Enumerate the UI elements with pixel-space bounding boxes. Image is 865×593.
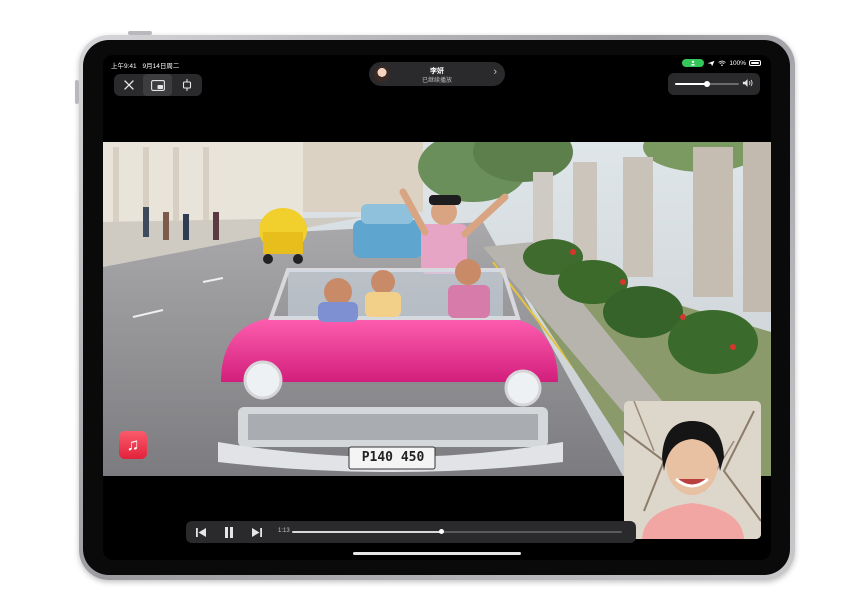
picture-in-picture-icon — [150, 79, 165, 91]
picture-in-picture-button[interactable] — [143, 74, 172, 96]
playback-scrubber[interactable] — [292, 529, 622, 534]
shareplay-banner[interactable]: 李妍 已继续播放 › — [369, 62, 505, 86]
license-plate-text: P140 450 — [361, 450, 425, 465]
skip-back-icon — [196, 527, 206, 537]
volume-control — [668, 73, 760, 95]
status-indicators: 100% — [682, 59, 761, 67]
facetime-video-tile[interactable] — [624, 401, 761, 539]
battery-percent: 100% — [729, 59, 746, 67]
home-indicator[interactable] — [353, 552, 521, 555]
chevron-right-icon: › — [493, 66, 497, 78]
volume-slider-fill — [675, 83, 707, 85]
playback-scrubber-knob[interactable] — [438, 529, 444, 534]
status-time: 上午9:41 — [111, 63, 137, 70]
pip-controls — [114, 74, 202, 96]
playback-progress-fill — [292, 531, 441, 533]
top-button — [128, 31, 152, 35]
volume-slider-knob[interactable] — [704, 81, 710, 87]
shareplay-status: 已继续播放 — [421, 78, 452, 84]
location-icon — [707, 60, 715, 66]
person-icon — [690, 60, 696, 66]
close-button[interactable] — [114, 74, 143, 96]
status-time-date: 上午9:41 9月14日周二 — [111, 60, 179, 70]
elapsed-time: 1:13 — [278, 528, 290, 534]
facetime-call-indicator[interactable] — [682, 59, 705, 67]
speaker-icon — [742, 79, 753, 87]
playback-controls: 1:13 — [186, 521, 636, 543]
wifi-icon — [718, 60, 727, 66]
close-icon — [123, 80, 134, 90]
music-app-icon[interactable]: ♫ — [119, 431, 147, 459]
screen: 上午9:41 9月14日周二 100% 李妍 已继续播放 › ♫ P140 45… — [103, 55, 771, 560]
skip-forward-button[interactable] — [250, 525, 264, 539]
skip-forward-icon — [252, 527, 262, 537]
status-date: 9月14日周二 — [142, 63, 180, 70]
volume-slider[interactable] — [675, 81, 739, 87]
pause-icon — [225, 526, 233, 538]
volume-up-button — [75, 80, 79, 104]
skip-back-button[interactable] — [194, 525, 208, 539]
facetime-person-image — [624, 401, 761, 539]
resize-button[interactable] — [172, 74, 201, 96]
battery-icon — [749, 60, 761, 66]
resize-icon — [182, 79, 191, 91]
pause-button[interactable] — [222, 525, 236, 539]
